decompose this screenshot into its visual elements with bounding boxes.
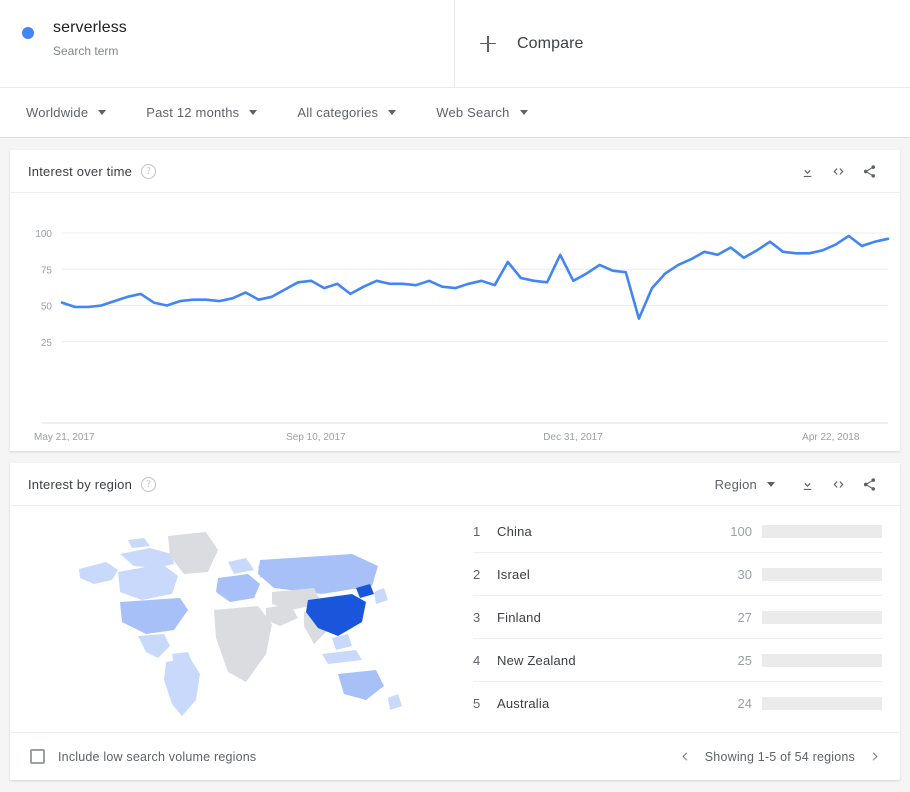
help-icon[interactable]: ?: [141, 164, 156, 179]
search-term-type: Search term: [53, 43, 127, 59]
svg-text:Apr 22, 2018: Apr 22, 2018: [802, 432, 860, 443]
region-rank: 1: [473, 524, 497, 539]
svg-text:Sep 10, 2017: Sep 10, 2017: [286, 432, 346, 443]
region-list: 1 China 100 2 Israel 30 3 Finland 27: [465, 506, 900, 732]
compare-button[interactable]: Compare: [455, 0, 910, 87]
region-value: 24: [718, 696, 752, 711]
chevron-down-icon: [520, 110, 528, 115]
table-row[interactable]: 1 China 100: [473, 510, 882, 553]
region-bar-track: [762, 568, 882, 581]
search-term-card[interactable]: serverless Search term: [0, 0, 455, 87]
filter-location[interactable]: Worldwide: [26, 105, 106, 120]
chevron-down-icon: [249, 110, 257, 115]
world-map[interactable]: [10, 506, 465, 732]
region-bar-track: [762, 525, 882, 538]
interest-over-time-actions: [789, 158, 882, 184]
region-name: Finland: [497, 610, 718, 625]
region-name: Australia: [497, 696, 718, 711]
chevron-down-icon: [767, 482, 775, 487]
region-rank: 5: [473, 696, 497, 711]
series-color-dot-icon: [22, 27, 34, 39]
filter-bar: Worldwide Past 12 months All categories …: [0, 88, 910, 138]
filter-searchtype-label: Web Search: [436, 105, 509, 120]
region-footer: Include low search volume regions Showin…: [10, 732, 900, 780]
download-icon[interactable]: [794, 471, 820, 497]
region-rank: 3: [473, 610, 497, 625]
chevron-down-icon: [388, 110, 396, 115]
svg-text:May 21, 2017: May 21, 2017: [34, 432, 95, 443]
region-bar-track: [762, 697, 882, 710]
google-trends-page: serverless Search term Compare Worldwide…: [0, 0, 910, 792]
time-series-svg: 25 50 75 100 May 21, 2017 Sep 10, 2017 Dec 31,…: [10, 193, 900, 451]
search-term-label: serverless: [53, 18, 127, 38]
pagination-label: Showing 1-5 of 54 regions: [705, 750, 855, 764]
interest-by-region-body: 1 China 100 2 Israel 30 3 Finland 27: [10, 506, 900, 732]
region-bar-track: [762, 654, 882, 667]
svg-text:25: 25: [41, 338, 53, 349]
share-icon[interactable]: [856, 471, 882, 497]
pagination: Showing 1-5 of 54 regions: [680, 750, 880, 764]
region-value: 25: [718, 653, 752, 668]
region-name: China: [497, 524, 718, 539]
region-name: Israel: [497, 567, 718, 582]
interest-by-region-actions: [789, 471, 882, 497]
table-row[interactable]: 5 Australia 24: [473, 682, 882, 725]
next-page-icon[interactable]: [869, 750, 880, 763]
filter-category-label: All categories: [297, 105, 378, 120]
filter-searchtype[interactable]: Web Search: [436, 105, 527, 120]
filter-timerange[interactable]: Past 12 months: [146, 105, 257, 120]
table-row[interactable]: 4 New Zealand 25: [473, 639, 882, 682]
region-granularity-select[interactable]: Region: [715, 477, 775, 492]
filter-category[interactable]: All categories: [297, 105, 396, 120]
include-low-volume-label: Include low search volume regions: [58, 750, 256, 764]
table-row[interactable]: 2 Israel 30: [473, 553, 882, 596]
region-value: 27: [718, 610, 752, 625]
interest-by-region-title: Interest by region: [28, 477, 132, 492]
search-term-bar: serverless Search term Compare: [0, 0, 910, 88]
include-low-volume-checkbox[interactable]: [30, 749, 45, 764]
previous-page-icon[interactable]: [680, 750, 691, 763]
region-rank: 2: [473, 567, 497, 582]
svg-text:Dec 31, 2017: Dec 31, 2017: [543, 432, 603, 443]
filter-location-label: Worldwide: [26, 105, 88, 120]
region-granularity-label: Region: [715, 477, 757, 492]
interest-over-time-header: Interest over time ?: [10, 150, 900, 193]
region-value: 30: [718, 567, 752, 582]
region-value: 100: [718, 524, 752, 539]
svg-text:100: 100: [35, 229, 52, 240]
interest-over-time-chart: 25 50 75 100 May 21, 2017 Sep 10, 2017 Dec 31,…: [10, 193, 900, 451]
interest-by-region-header: Interest by region ? Region: [10, 463, 900, 506]
svg-text:50: 50: [41, 302, 53, 313]
chevron-down-icon: [98, 110, 106, 115]
help-icon[interactable]: ?: [141, 477, 156, 492]
download-icon[interactable]: [794, 158, 820, 184]
region-bar-track: [762, 611, 882, 624]
interest-over-time-card: Interest over time ? 25 50 75 100 May 21, 20…: [10, 150, 900, 451]
interest-by-region-card: Interest by region ? Region: [10, 463, 900, 780]
share-icon[interactable]: [856, 158, 882, 184]
filter-timerange-label: Past 12 months: [146, 105, 239, 120]
table-row[interactable]: 3 Finland 27: [473, 596, 882, 639]
region-rank: 4: [473, 653, 497, 668]
compare-label: Compare: [517, 35, 584, 53]
embed-icon[interactable]: [825, 471, 851, 497]
world-map-svg: [22, 514, 442, 719]
embed-icon[interactable]: [825, 158, 851, 184]
plus-icon: [480, 36, 496, 52]
region-name: New Zealand: [497, 653, 718, 668]
svg-text:75: 75: [41, 265, 53, 276]
interest-over-time-title: Interest over time: [28, 164, 132, 179]
